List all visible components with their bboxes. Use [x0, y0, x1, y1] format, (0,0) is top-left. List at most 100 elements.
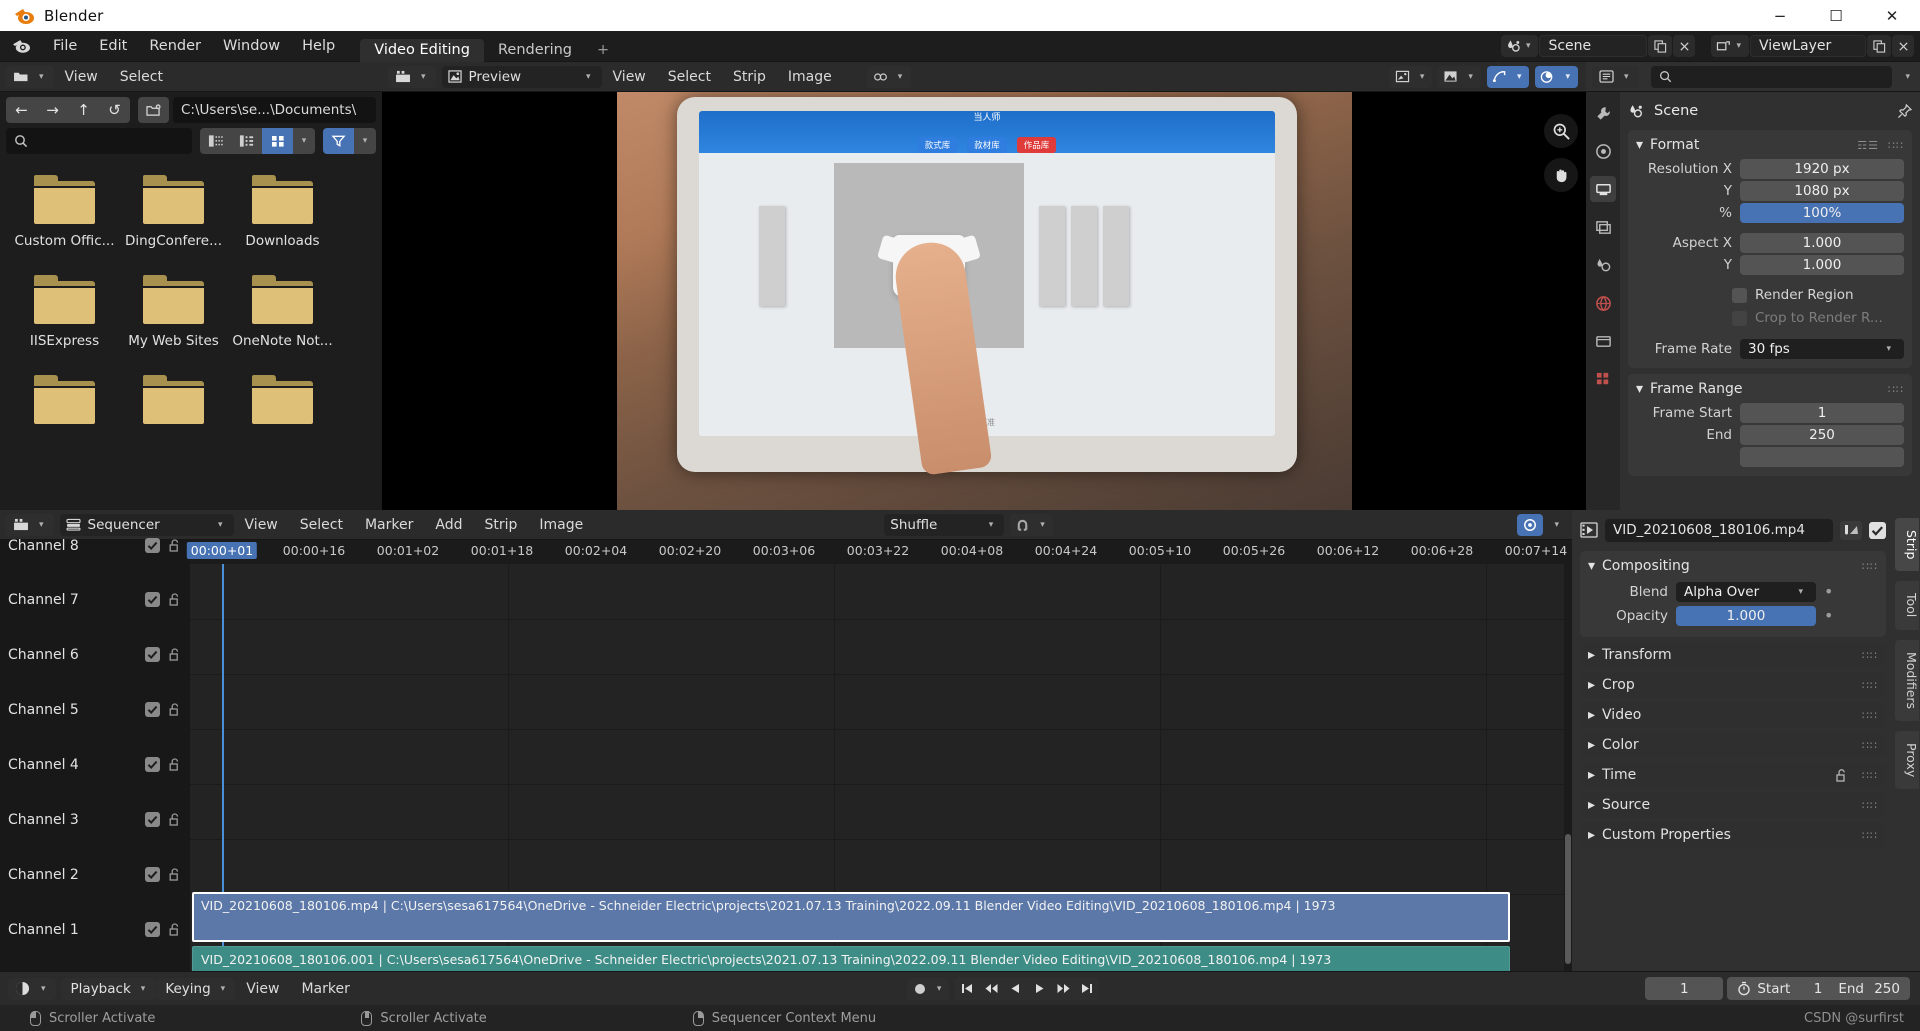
channel-visibility-checkbox[interactable] — [145, 702, 160, 717]
panel-preset-icon[interactable]: ☶☰ ∷∷ — [1857, 139, 1904, 152]
arrow-up-icon[interactable]: ↑ — [68, 97, 99, 123]
channel-row-6[interactable]: Channel 6 — [0, 627, 190, 682]
file-path-input[interactable]: C:\Users\se...\Documents\ — [173, 97, 376, 123]
add-workspace-button[interactable]: + — [586, 39, 620, 62]
preview-menu-strip[interactable]: Strip — [722, 62, 777, 92]
jump-start-icon[interactable] — [955, 977, 979, 1000]
frame-end-field[interactable]: 250 — [1740, 424, 1904, 445]
overlay-image-icon[interactable]: ▾ — [1389, 65, 1433, 88]
jump-end-icon[interactable] — [1075, 977, 1099, 1000]
aspect-y-field[interactable]: 1.000 — [1740, 254, 1904, 275]
channel-lock-icon[interactable] — [168, 757, 182, 772]
timeline-menu-marker[interactable]: Marker — [290, 972, 360, 1006]
strip-panel-tab-strip[interactable]: Strip — [1895, 518, 1919, 572]
overlap-mode-dropdown[interactable]: Shuffle ▾ — [884, 513, 1005, 536]
file-browser-editor-icon[interactable]: ▾ — [6, 65, 54, 88]
strip-panel-tab-tool[interactable]: Tool — [1895, 581, 1919, 630]
properties-tab-tool[interactable] — [1590, 100, 1616, 126]
arrow-right-icon[interactable]: → — [37, 97, 68, 123]
resolution-x-field[interactable]: 1920 px — [1740, 158, 1904, 179]
filter-icon[interactable] — [323, 128, 354, 154]
properties-tab-texture[interactable] — [1590, 366, 1616, 392]
workspace-tab-rendering[interactable]: Rendering — [484, 39, 586, 62]
list-detail-icon[interactable] — [231, 128, 262, 154]
blender-icon[interactable] — [10, 36, 34, 56]
search-input[interactable] — [6, 128, 192, 154]
channel-row-1[interactable]: Channel 1 — [0, 902, 190, 957]
properties-tab-scene[interactable] — [1590, 252, 1616, 278]
sequencer-menu-marker[interactable]: Marker — [354, 510, 424, 540]
section-custom-properties[interactable]: ▸ Custom Properties ∷∷ — [1580, 823, 1886, 847]
channel-visibility-checkbox[interactable] — [145, 647, 160, 662]
file-item[interactable]: Downloads — [228, 175, 337, 249]
channel-row-3[interactable]: Channel 3 — [0, 792, 190, 847]
channel-row-7[interactable]: Channel 7 — [0, 572, 190, 627]
strip-panel-tab-modifiers[interactable]: Modifiers — [1895, 639, 1919, 721]
play-icon[interactable] — [1027, 977, 1051, 1000]
channel-lock-icon[interactable] — [168, 867, 182, 882]
chevron-down-icon[interactable]: ▾ — [1549, 520, 1564, 530]
preview-menu-select[interactable]: Select — [657, 62, 722, 92]
channel-lock-icon[interactable] — [168, 592, 182, 607]
panel-drag-dots-icon[interactable]: ∷∷ — [1862, 799, 1878, 812]
panel-compositing-header[interactable]: ▾ Compositing ∷∷ — [1580, 554, 1886, 578]
file-item[interactable] — [10, 375, 119, 424]
section-color[interactable]: ▸ Color ∷∷ — [1580, 733, 1886, 757]
channel-lock-icon[interactable] — [168, 538, 182, 553]
panel-drag-dots-icon[interactable]: ∷∷ — [1862, 560, 1878, 573]
file-item[interactable]: My Web Sites — [119, 275, 228, 349]
sequencer-menu-select[interactable]: Select — [289, 510, 354, 540]
channel-lock-icon[interactable] — [168, 812, 182, 827]
file-item[interactable]: Custom Offic... — [10, 175, 119, 249]
properties-tab-collection[interactable] — [1590, 328, 1616, 354]
strip-panel-tab-proxy[interactable]: Proxy — [1895, 730, 1919, 789]
section-source[interactable]: ▸ Source ∷∷ — [1580, 793, 1886, 817]
channel-visibility-checkbox[interactable] — [145, 538, 160, 553]
section-time[interactable]: ▸ Time ∷∷ — [1580, 763, 1886, 787]
channel-visibility-checkbox[interactable] — [145, 592, 160, 607]
close-button[interactable]: ✕ — [1864, 0, 1920, 31]
refresh-icon[interactable]: ↺ — [99, 97, 130, 123]
menu-render[interactable]: Render — [138, 31, 212, 62]
playback-menu[interactable]: Playback ▾ — [61, 977, 156, 1000]
play-reverse-icon[interactable] — [1003, 977, 1027, 1000]
properties-search-input[interactable] — [1650, 65, 1893, 88]
channel-row-8[interactable]: Channel 8 — [0, 518, 190, 573]
panel-drag-dots-icon[interactable]: ∷∷ — [1862, 679, 1878, 692]
channel-lock-icon[interactable] — [168, 647, 182, 662]
thumbnail-grid-icon[interactable] — [262, 128, 293, 154]
new-scene-button[interactable] — [1648, 35, 1673, 57]
panel-drag-dots-icon[interactable]: ∷∷ — [1862, 829, 1878, 842]
pan-hand-icon[interactable] — [1544, 158, 1578, 192]
sequencer-menu-add[interactable]: Add — [424, 510, 473, 540]
channel-visibility-checkbox[interactable] — [145, 867, 160, 882]
remove-viewlayer-button[interactable] — [1892, 35, 1914, 57]
record-dot-icon[interactable]: ▾ — [906, 977, 950, 1000]
maximize-button[interactable]: ☐ — [1808, 0, 1864, 31]
row-render-region[interactable]: Render Region — [1732, 284, 1904, 306]
timeline-menu-view[interactable]: View — [235, 972, 290, 1006]
panel-drag-dots-icon[interactable]: ∷∷ — [1862, 739, 1878, 752]
viewlayer-name-field[interactable]: ViewLayer — [1750, 35, 1866, 57]
channel-lock-icon[interactable] — [168, 702, 182, 717]
zoom-icon[interactable] — [1544, 114, 1578, 148]
sequencer-menu-strip[interactable]: Strip — [473, 510, 528, 540]
strip-mute-checkbox[interactable] — [1869, 521, 1886, 539]
channel-row-5[interactable]: Channel 5 — [0, 682, 190, 737]
menu-window[interactable]: Window — [212, 31, 291, 62]
channel-visibility-checkbox[interactable] — [145, 922, 160, 937]
panel-drag-dots-icon[interactable]: ∷∷ — [1862, 769, 1878, 782]
new-viewlayer-button[interactable] — [1867, 35, 1891, 57]
sequencer-timeline-grid[interactable]: 00:00+01 00:00+16 00:01+02 00:01+18 00:0… — [186, 540, 1572, 994]
file-item[interactable]: OneNote Not... — [228, 275, 337, 349]
blend-dropdown[interactable]: Alpha Over ▾ — [1676, 581, 1816, 602]
opacity-slider[interactable]: 1.000 — [1676, 605, 1816, 626]
panel-drag-dots-icon[interactable]: ∷∷ — [1862, 709, 1878, 722]
preview-refresh-icon[interactable] — [1517, 513, 1544, 536]
menu-edit[interactable]: Edit — [88, 31, 138, 62]
file-item[interactable] — [228, 375, 337, 424]
sequencer-menu-image[interactable]: Image — [528, 510, 594, 540]
sequencer-menu-view[interactable]: View — [234, 510, 289, 540]
properties-tab-output[interactable] — [1590, 176, 1616, 202]
sequencer-ruler[interactable]: 00:00+01 00:00+16 00:01+02 00:01+18 00:0… — [186, 540, 1572, 564]
